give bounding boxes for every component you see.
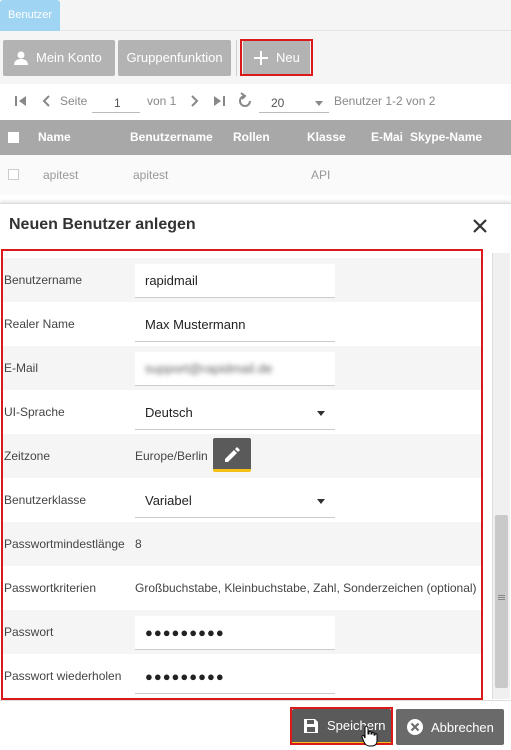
gruppenfunktion-button[interactable]: Gruppenfunktion [118,40,231,76]
toolbar-divider [236,40,237,76]
mein-konto-label: Mein Konto [36,50,102,65]
last-page-icon[interactable] [210,92,228,110]
close-icon[interactable] [470,216,490,236]
page-input[interactable]: 1 [92,93,140,113]
cancel-label: Abbrechen [431,719,494,735]
table-row[interactable]: apitest apitest API [0,155,511,195]
cell-klasse: API [311,168,331,182]
highlight-neu [240,39,313,76]
grip-icon [498,595,505,596]
cell-benutzername: apitest [133,168,169,182]
highlight-form [1,249,483,700]
von-label: von 1 [147,94,177,108]
seite-label: Seite [60,94,88,108]
gruppenfunktion-label: Gruppenfunktion [126,50,223,65]
cancel-icon [407,719,423,735]
dialog-footer: Speichern Abbrechen [0,700,511,750]
chevron-down-icon [315,101,323,106]
user-icon [14,51,28,65]
prev-page-icon[interactable] [38,92,56,110]
pager-summary: Benutzer 1-2 von 2 [334,94,436,108]
col-name[interactable]: Name [38,120,71,155]
cancel-button[interactable]: Abbrechen [396,709,504,745]
refresh-icon[interactable] [236,92,254,110]
cell-name: apitest [43,168,79,182]
mein-konto-button[interactable]: Mein Konto [3,40,115,76]
hand-cursor-icon [361,725,378,747]
col-skype[interactable]: Skype-Name [410,120,482,155]
pager: Seite 1 von 1 20 Benutzer 1-2 von 2 [0,84,511,120]
dialog-title: Neuen Benutzer anlegen [9,216,196,233]
next-page-icon[interactable] [185,92,203,110]
scrollbar-thumb[interactable] [495,515,508,688]
col-klasse[interactable]: Klasse [307,120,346,155]
page-size-value: 20 [271,96,285,110]
row-checkbox[interactable] [8,169,19,180]
col-rollen[interactable]: Rollen [233,120,270,155]
page-size-select[interactable]: 20 [259,93,329,113]
col-benutzername[interactable]: Benutzername [130,120,213,155]
grid-header: Name Benutzername Rollen Klasse E-Mai Sk… [0,120,511,155]
col-email[interactable]: E-Mai [371,120,403,155]
first-page-icon[interactable] [12,92,30,110]
form-scrollbar[interactable] [492,253,510,699]
tab-bar: Benutzer [0,0,511,31]
tab-benutzer[interactable]: Benutzer [0,0,61,31]
select-all-checkbox[interactable] [8,132,19,143]
